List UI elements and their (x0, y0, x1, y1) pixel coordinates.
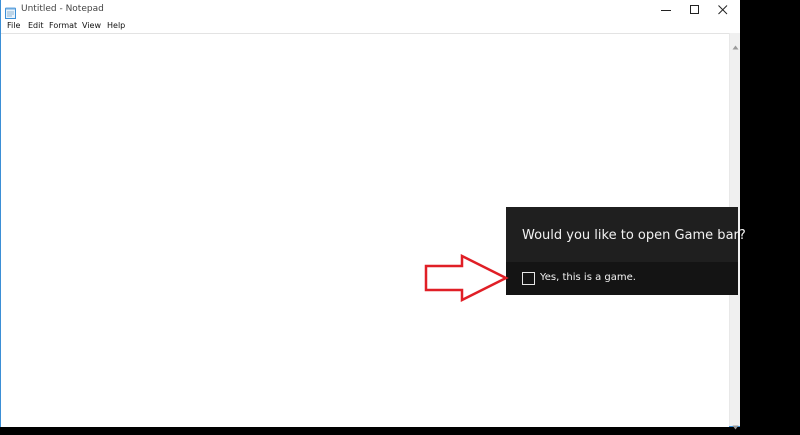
yes-this-is-a-game-checkbox[interactable] (522, 272, 535, 285)
maximize-icon (690, 5, 700, 15)
menu-bar: File Edit Format View Help (1, 20, 740, 33)
close-icon (718, 5, 728, 15)
scroll-up-icon[interactable] (732, 36, 739, 50)
menu-edit[interactable]: Edit (28, 21, 44, 30)
scroll-down-icon[interactable] (732, 416, 739, 430)
game-bar-option-row[interactable]: Yes, this is a game. (506, 262, 738, 295)
game-bar-prompt: Would you like to open Game bar? Yes, th… (506, 207, 746, 295)
notepad-icon (5, 4, 16, 19)
red-arrow-icon (424, 253, 510, 303)
close-button[interactable] (706, 0, 740, 20)
game-bar-question: Would you like to open Game bar? (522, 228, 746, 243)
checkbox-label[interactable]: Yes, this is a game. (540, 272, 636, 283)
game-bar-prompt-header: Would you like to open Game bar? (506, 207, 746, 262)
menu-help[interactable]: Help (107, 21, 125, 30)
title-bar[interactable]: Untitled - Notepad (1, 0, 740, 20)
minimize-icon (661, 5, 671, 15)
window-title: Untitled - Notepad (21, 4, 104, 14)
menu-file[interactable]: File (7, 21, 20, 30)
menu-view[interactable]: View (82, 21, 101, 30)
menu-format[interactable]: Format (49, 21, 77, 30)
